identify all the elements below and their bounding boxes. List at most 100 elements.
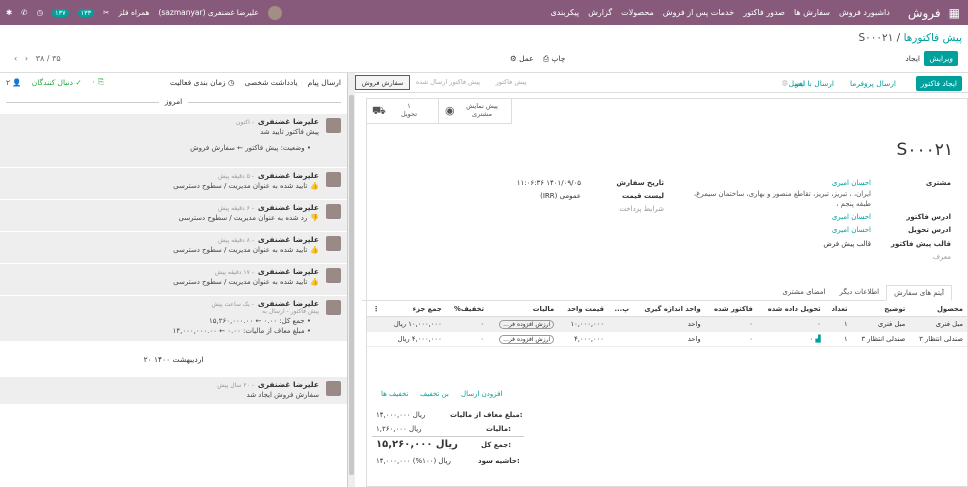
action-button[interactable]: ⚙ عمل (510, 54, 534, 63)
activities-badge[interactable]: ۱۳۷ (52, 8, 69, 17)
send-message-button[interactable]: ارسال پیام (308, 78, 341, 87)
cell-quantity[interactable]: ۱ (824, 316, 852, 332)
tab-customer-signature[interactable]: امضای مشتری (775, 285, 832, 300)
scrollbar-thumb[interactable] (349, 95, 354, 475)
cell-discount[interactable]: ۰ (445, 316, 489, 332)
pager-value[interactable]: ۳۸ / ۳۵ (36, 54, 61, 63)
col-delivered[interactable]: تحویل داده شده (756, 302, 825, 317)
invoice-address-field[interactable]: احسان امیری (832, 213, 871, 221)
cell-taxes[interactable]: ارزش افزوده فر... (488, 331, 559, 347)
menu-products[interactable]: محصولات (621, 8, 654, 17)
tax-tag[interactable]: ارزش افزوده فر... (499, 320, 555, 329)
pager-prev[interactable]: ‹ (14, 54, 17, 63)
menu-configuration[interactable]: پیکربندی (551, 8, 580, 17)
menu-invoicing[interactable]: صدور فاکتور (743, 8, 785, 17)
table-row[interactable]: مبل فنری مبل فنری ۱ ۰ ۰ واحد ۱۰,۰۰۰,۰۰۰ … (367, 316, 967, 332)
order-date-field[interactable]: ۱۴۰۱/۰۹/۰۵ ۱۱:۰۶:۳۶ (517, 179, 581, 187)
col-quantity[interactable]: تعداد (824, 302, 852, 317)
coupon-button[interactable]: بن تخفیف (420, 390, 449, 398)
app-title[interactable]: فروش (908, 6, 941, 20)
pager-next[interactable]: › (25, 54, 28, 63)
create-button[interactable]: ایجاد (905, 54, 920, 63)
delivery-address-field[interactable]: احسان امیری (832, 226, 871, 234)
status-sale-order[interactable]: سفارش فروش (355, 75, 410, 90)
message-author[interactable]: علیرضا غضنفری (258, 235, 319, 244)
forecast-chart-icon[interactable]: ▟ (816, 335, 821, 343)
message-author[interactable]: علیرضا غضنفری (258, 171, 319, 180)
message-body: تایید شده به عنوان مدیریت / سطوح دسترسی (173, 246, 308, 254)
edit-button[interactable]: ویرایش (924, 51, 958, 66)
cell-description[interactable]: صندلی انتظار ۳ (851, 331, 910, 347)
menu-reporting[interactable]: گزارش (588, 8, 612, 17)
promotions-button[interactable]: تخفیف ها (381, 390, 408, 398)
message-author[interactable]: علیرضا غضنفری (258, 380, 319, 389)
cell-product[interactable]: صندلی انتظار ۳ (909, 331, 967, 347)
message-author[interactable]: علیرضا غضنفری (258, 117, 319, 126)
status-quotation[interactable]: پیش فاکتور (490, 75, 532, 90)
status-quotation-sent[interactable]: پیش فاکتور ارسال شده (413, 75, 483, 90)
cell-unit-price[interactable]: ۱۰,۰۰۰,۰۰۰ (558, 316, 608, 332)
cell-packaging[interactable] (607, 316, 634, 332)
messages-badge[interactable]: ۱۳۳ (77, 8, 95, 17)
col-product[interactable]: محصول (909, 302, 967, 317)
user-avatar[interactable] (267, 5, 282, 20)
company-switcher[interactable]: همراه فلز (118, 8, 149, 17)
margin-amount: ۱۴,۰۰۰,۰۰۰ ریال (۱۰۰%) (376, 457, 451, 465)
col-subtotal[interactable]: جمع جزء (383, 302, 446, 317)
attachments-button[interactable]: ⎘ ۰ (92, 77, 104, 87)
add-shipping-button[interactable]: افزودن ارسال (461, 390, 502, 398)
tab-other-info[interactable]: اطلاعات دیگر (832, 285, 886, 300)
log-note-button[interactable]: یادداشت شخصی (245, 78, 298, 87)
col-uom[interactable]: واحد اندازه گیری (633, 302, 705, 317)
message-author[interactable]: علیرضا غضنفری (258, 299, 319, 308)
cell-delivered[interactable]: ۰ (756, 316, 825, 332)
cell-discount[interactable]: ۰ (445, 331, 489, 347)
cell-uom[interactable]: واحد (633, 331, 705, 347)
schedule-activity-button[interactable]: ◷ زمان بندی فعالیت (170, 78, 235, 87)
follow-button[interactable]: ✓ دنبال کنندگان (32, 78, 82, 87)
message-body: رد شده به عنوان مدیریت / سطوح دسترسی (178, 214, 308, 222)
col-taxes[interactable]: مالیات (488, 302, 559, 317)
col-description[interactable]: توضیح (851, 302, 910, 317)
chatter-message: علیرضا غضنفری - یک ساعت پیش پیش فاکتور - … (0, 296, 347, 342)
message-author[interactable]: علیرضا غضنفری (258, 267, 319, 276)
col-unit-price[interactable]: قیمت واحد (558, 302, 608, 317)
menu-dashboard[interactable]: داشبورد فروش (839, 8, 890, 17)
apps-menu-icon[interactable]: ▦ (949, 6, 960, 20)
customer-field[interactable]: احسان امیری (832, 179, 871, 187)
column-options-icon[interactable]: ⋮ (367, 302, 384, 317)
cell-packaging[interactable] (607, 331, 634, 347)
tax-tag[interactable]: ارزش افزوده فر... (499, 335, 555, 344)
col-discount[interactable]: تخفیف% (445, 302, 489, 317)
menu-after-sales[interactable]: خدمات پس از فروش (663, 8, 734, 17)
col-invoiced[interactable]: فاکتور شده (704, 302, 757, 317)
customer-preview-button[interactable]: ◉ پیش نمایش مشتری (439, 98, 512, 124)
pricelist-field[interactable]: عمومی (IRR) (540, 192, 581, 200)
delivery-smart-button[interactable]: ⛟ ۱ تحویل (366, 98, 439, 124)
chatter-scrollbar[interactable] (348, 73, 355, 487)
cell-uom[interactable]: واحد (633, 316, 705, 332)
table-row[interactable]: صندلی انتظار ۳ صندلی انتظار ۳ ۱ ▟ ۰ ۰ وا… (367, 331, 967, 347)
tab-order-lines[interactable]: آیتم های سفارش (886, 285, 952, 301)
breadcrumb-parent[interactable]: پیش فاکتورها (904, 32, 962, 44)
tools-icon[interactable]: ✂ (103, 8, 109, 17)
cell-delivered[interactable]: ▟ ۰ (756, 331, 825, 347)
print-button[interactable]: ⎙ چاپ (543, 54, 565, 64)
cell-taxes[interactable]: ارزش افزوده فر... (488, 316, 559, 332)
debug-icon[interactable]: ✱ (6, 8, 12, 17)
user-menu[interactable]: علیرضا غضنفری (sazmanyar) (158, 8, 258, 17)
cell-product[interactable]: مبل فنری (909, 316, 967, 332)
phone-icon[interactable]: ✆ (21, 8, 27, 17)
clock-icon[interactable]: ◷ (37, 8, 44, 17)
customer-address: ایران، ، تبریز، تبریز، تقاطع منصور و بها… (693, 190, 871, 208)
followers-button[interactable]: 👤 ۲ (6, 78, 22, 87)
col-packaging[interactable]: پ... (607, 302, 634, 317)
menu-orders[interactable]: سفارش ها (794, 8, 830, 17)
cell-unit-price[interactable]: ۴,۰۰۰,۰۰۰ (558, 331, 608, 347)
cell-quantity[interactable]: ۱ (824, 331, 852, 347)
author-avatar (326, 172, 341, 187)
cell-description[interactable]: مبل فنری (851, 316, 910, 332)
template-field[interactable]: قالب پیش فرض (823, 240, 871, 248)
breadcrumb-current: S۰۰۰۲۱ (858, 32, 894, 44)
message-author[interactable]: علیرضا غضنفری (258, 203, 319, 212)
